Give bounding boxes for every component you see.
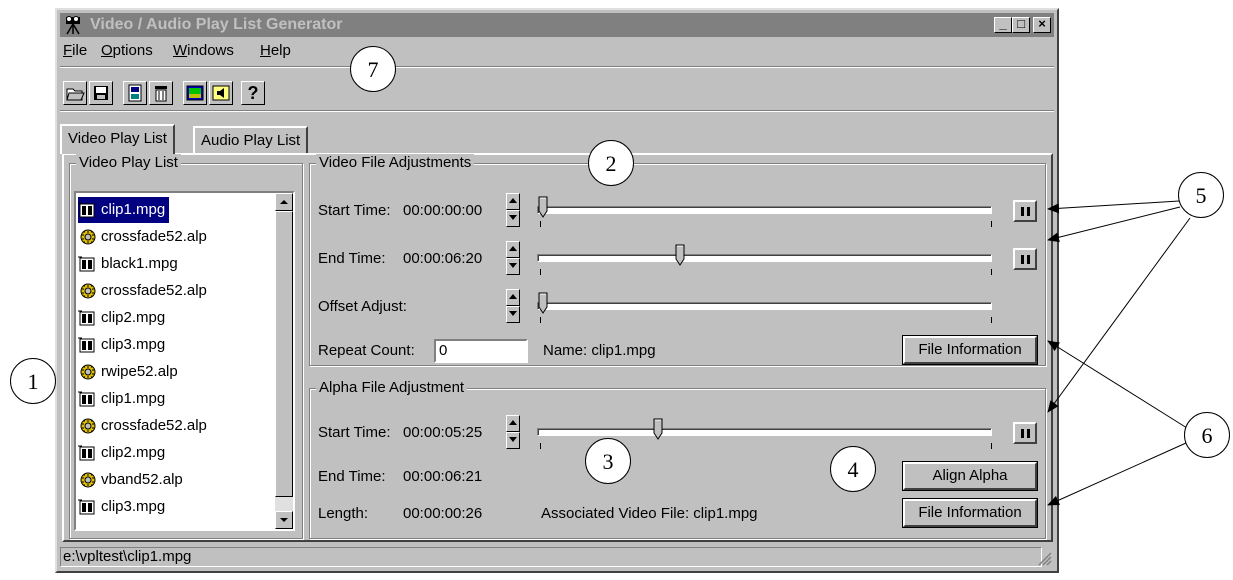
arrow-5a (1047, 200, 1180, 214)
arrow-6a (1047, 340, 1188, 429)
callout-3: 3 (585, 438, 631, 484)
callout-4: 4 (830, 446, 876, 492)
tab-video-play-list[interactable]: Video Play List (60, 124, 175, 154)
callout-2: 2 (588, 140, 634, 186)
arrow-5b (1047, 206, 1181, 243)
arrow-6b (1047, 442, 1187, 506)
callout-5: 5 (1178, 172, 1224, 218)
callout-7: 7 (350, 46, 396, 92)
callout-1: 1 (10, 358, 56, 404)
callout-6: 6 (1184, 412, 1230, 458)
annotation-arrows (1047, 200, 1191, 506)
arrow-5c (1047, 217, 1191, 413)
